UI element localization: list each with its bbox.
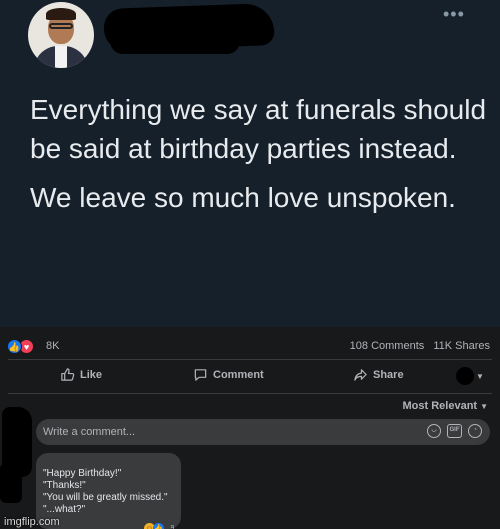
comment-box: ◡ GIF ◔ bbox=[36, 419, 490, 445]
share-arrow-icon bbox=[354, 369, 367, 381]
more-dots-icon[interactable]: ••• bbox=[443, 5, 465, 23]
like-reaction-icon: 👍 bbox=[153, 523, 164, 529]
emoji-icon[interactable]: ◡ bbox=[427, 424, 441, 438]
gif-icon[interactable]: GIF bbox=[447, 424, 462, 438]
tweet-text: Everything we say at funerals should be … bbox=[30, 90, 490, 217]
comment-line: "Thanks!" bbox=[43, 480, 86, 491]
shares-count[interactable]: 11K Shares bbox=[433, 340, 490, 352]
share-button[interactable]: Share bbox=[353, 367, 404, 382]
audience-selector[interactable]: ▼ bbox=[456, 367, 484, 385]
thumbs-up-icon bbox=[61, 368, 75, 381]
reactions-summary[interactable]: 👍 ♥ 8K bbox=[7, 338, 59, 354]
comment-input[interactable] bbox=[36, 419, 416, 445]
comment-sort-dropdown[interactable]: Most Relevant ▼ bbox=[403, 400, 489, 412]
post-actions: Like Comment Share ▼ bbox=[0, 367, 500, 387]
caret-down-icon: ▼ bbox=[480, 402, 488, 411]
comment-icon bbox=[194, 369, 207, 381]
post-stats: 108 Comments 11K Shares bbox=[350, 340, 490, 352]
profile-dot-icon bbox=[456, 367, 474, 385]
tweet-paragraph: We leave so much love unspoken. bbox=[30, 182, 456, 213]
caret-down-icon: ▼ bbox=[476, 371, 484, 381]
redacted-avatar bbox=[0, 463, 22, 503]
comment-reaction-count: 9 bbox=[170, 525, 175, 529]
comment-button[interactable]: Comment bbox=[193, 367, 264, 382]
like-button[interactable]: Like bbox=[60, 367, 102, 382]
watermark: imgflip.com bbox=[4, 516, 60, 528]
tweet-paragraph: Everything we say at funerals should be … bbox=[30, 94, 487, 164]
divider bbox=[8, 359, 492, 360]
reaction-count: 8K bbox=[46, 340, 60, 352]
comment-line: "You will be greatly missed." bbox=[43, 492, 168, 503]
comment-label: Comment bbox=[213, 368, 264, 381]
share-label: Share bbox=[373, 368, 404, 381]
like-reaction-icon: 👍 bbox=[7, 338, 22, 354]
redacted-handle bbox=[110, 28, 240, 54]
comment-sort-label: Most Relevant bbox=[402, 400, 478, 412]
avatar-shirt bbox=[55, 46, 67, 68]
facebook-post-footer: 👍 ♥ 8K 108 Comments 11K Shares Like Comm… bbox=[0, 327, 500, 529]
sticker-icon[interactable]: ◔ bbox=[468, 424, 482, 438]
tweet-card: ••• Everything we say at funerals should… bbox=[0, 0, 500, 327]
comments-count[interactable]: 108 Comments bbox=[350, 340, 425, 352]
comment-input-tools: ◡ GIF ◔ bbox=[427, 424, 482, 438]
like-label: Like bbox=[80, 368, 103, 381]
comment-line: "Happy Birthday!" bbox=[43, 468, 122, 479]
comment-line: "...what?" bbox=[43, 504, 86, 515]
avatar-glasses bbox=[49, 23, 73, 29]
divider bbox=[8, 393, 492, 394]
comment-reactions[interactable]: ☺ 👍 9 bbox=[144, 523, 178, 529]
avatar[interactable] bbox=[28, 2, 94, 68]
avatar-hair bbox=[46, 8, 76, 20]
